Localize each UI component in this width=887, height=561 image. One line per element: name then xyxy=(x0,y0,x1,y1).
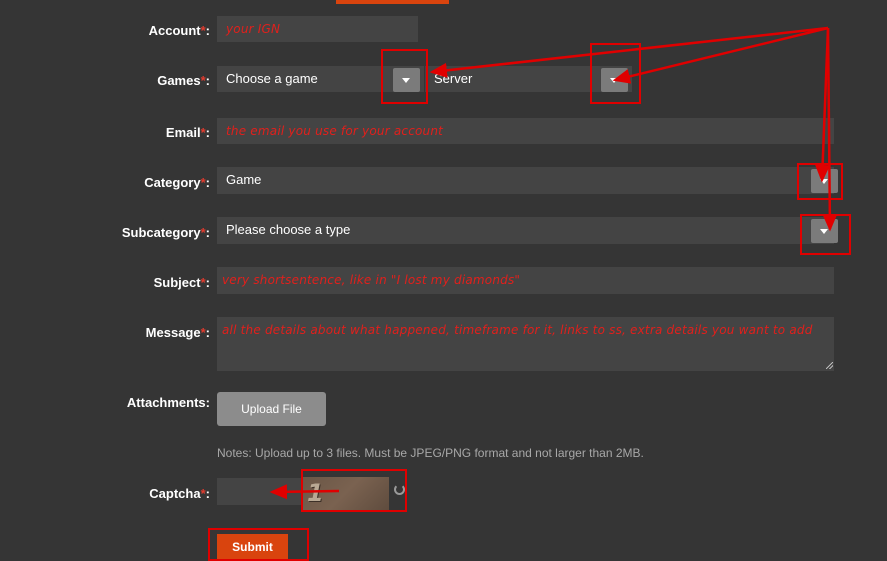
annotation-arrows xyxy=(269,26,838,500)
annotation-arrow-server xyxy=(612,26,829,84)
annotation-arrow-subcategory xyxy=(822,27,838,232)
annotation-arrow-captcha xyxy=(269,484,340,500)
annotation-arrow-game xyxy=(429,26,829,78)
